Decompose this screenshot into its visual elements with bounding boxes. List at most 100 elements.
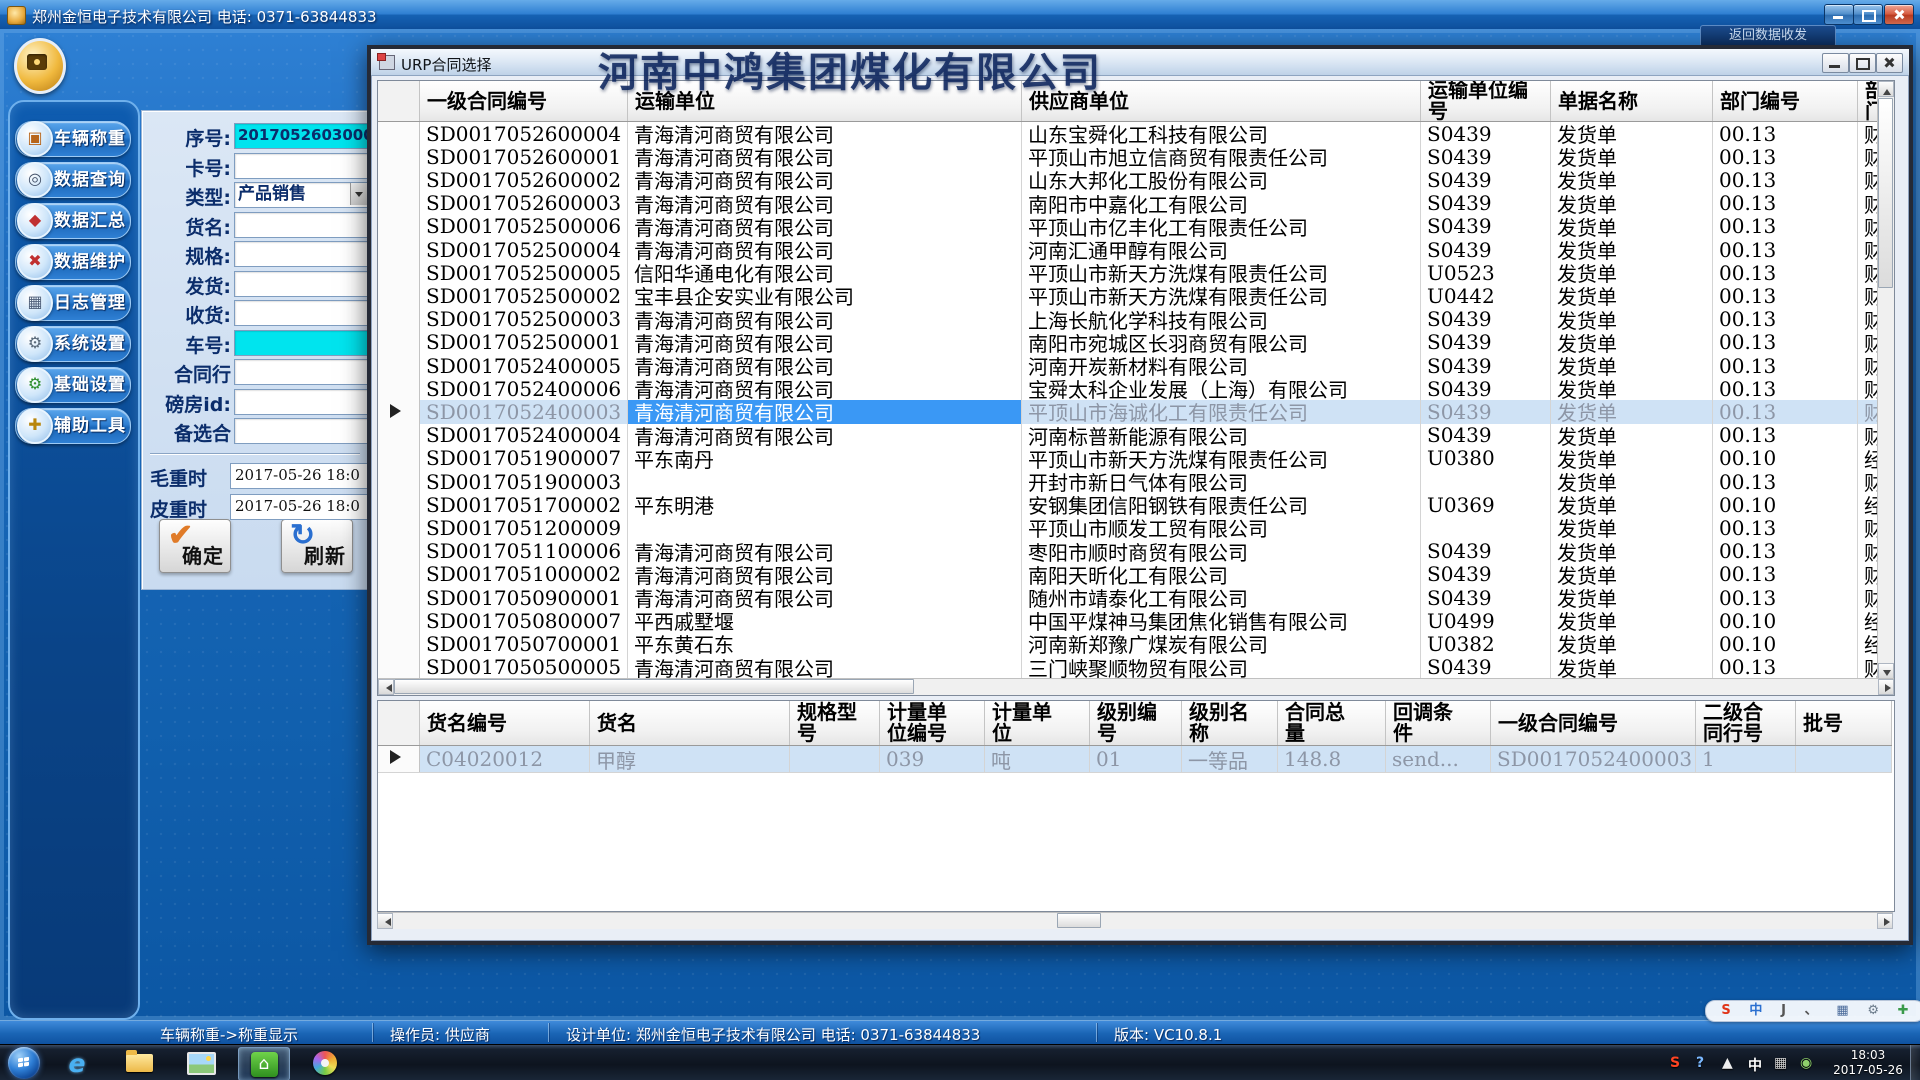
sidebar-item-1[interactable]: ▣车辆称重 — [15, 121, 131, 157]
grid-cell[interactable]: 青海清河商贸有限公司 — [628, 586, 1022, 609]
grid-cell[interactable]: 南阳天昕化工有限公司 — [1022, 563, 1421, 586]
field-5-input[interactable] — [234, 241, 369, 267]
row-header[interactable] — [378, 632, 420, 655]
row-header[interactable] — [378, 354, 420, 377]
grid-cell[interactable]: 发货单 — [1551, 284, 1713, 307]
grid-cell[interactable]: 青海清河商贸有限公司 — [628, 424, 1022, 447]
grid-cell[interactable]: 发货单 — [1551, 377, 1713, 400]
grid-cell[interactable]: U0523 — [1421, 261, 1551, 284]
table-row[interactable]: SD0017052500001青海清河商贸有限公司南阳市宛城区长羽商贸有限公司S… — [378, 331, 1892, 355]
column-header-2[interactable]: 货名 — [590, 701, 790, 745]
table-row[interactable]: SD0017052400003青海清河商贸有限公司平顶山市海诚化工有限责任公司S… — [378, 400, 1892, 424]
grid-cell[interactable]: 00.13 — [1713, 145, 1858, 168]
row-header[interactable] — [378, 284, 420, 307]
grid-cell[interactable]: 河南汇通甲醇有限公司 — [1022, 238, 1421, 261]
scrollbar-thumb[interactable] — [1878, 98, 1893, 288]
grid-cell[interactable]: 00.13 — [1713, 424, 1858, 447]
grid-cell[interactable]: 发货单 — [1551, 331, 1713, 354]
grid-cell[interactable]: 00.13 — [1713, 168, 1858, 191]
column-header-5[interactable]: 单据名称 — [1551, 81, 1713, 121]
table-row[interactable]: SD0017051100006青海清河商贸有限公司枣阳市顺时商贸有限公司S043… — [378, 540, 1892, 564]
row-header[interactable] — [378, 424, 420, 447]
punctuation-icon[interactable]: 、 — [1805, 1002, 1818, 1020]
scrollbar-thumb[interactable] — [394, 679, 914, 694]
grid-cell[interactable]: S0439 — [1421, 215, 1551, 238]
field-10-input[interactable] — [234, 389, 369, 415]
grid-cell[interactable]: 00.10 — [1713, 447, 1858, 470]
horizontal-scrollbar[interactable] — [378, 678, 1894, 695]
grid-cell[interactable]: SD0017050900001 — [420, 586, 628, 609]
grid-cell[interactable]: 三门峡聚顺物贸有限公司 — [1022, 656, 1421, 679]
field-7-input[interactable] — [234, 300, 369, 326]
grid-cell[interactable]: 00.10 — [1713, 632, 1858, 655]
scroll-up-button[interactable] — [1878, 81, 1894, 97]
toolbox-icon[interactable]: ✚ — [1898, 1002, 1909, 1020]
row-header[interactable] — [378, 261, 420, 284]
grid-cell[interactable]: SD0017052500001 — [420, 331, 628, 354]
lang-tray-icon[interactable]: 中 — [1748, 1055, 1762, 1075]
table-row[interactable]: SD0017051000002青海清河商贸有限公司南阳天昕化工有限公司S0439… — [378, 563, 1892, 587]
row-header[interactable] — [378, 493, 420, 516]
grid-cell[interactable] — [1421, 470, 1551, 493]
grid-cell[interactable]: 发货单 — [1551, 168, 1713, 191]
grid-cell[interactable]: SD0017052500006 — [420, 215, 628, 238]
taskbar-item-4[interactable]: ⌂ — [238, 1047, 290, 1080]
grid-cell[interactable]: 00.10 — [1713, 493, 1858, 516]
grid-cell[interactable]: SD0017051000002 — [420, 563, 628, 586]
grid-cell[interactable]: S0439 — [1421, 331, 1551, 354]
table-row[interactable]: SD0017051900007平东南丹平顶山市新天方洗煤有限责任公司U0380发… — [378, 447, 1892, 471]
grid-cell[interactable]: 039 — [880, 746, 985, 772]
grid-cell[interactable]: 甲醇 — [590, 746, 790, 772]
grid-cell[interactable]: 青海清河商贸有限公司 — [628, 354, 1022, 377]
grid-cell[interactable]: 00.13 — [1713, 192, 1858, 215]
keyboard-tray-icon[interactable]: ▦ — [1774, 1055, 1787, 1071]
grid-cell[interactable]: 青海清河商贸有限公司 — [628, 563, 1022, 586]
grid-cell[interactable]: 00.13 — [1713, 122, 1858, 145]
show-desktop-button[interactable] — [1910, 1045, 1920, 1080]
scrollbar-thumb[interactable] — [1057, 913, 1101, 928]
sidebar-item-4[interactable]: ✖数据维护 — [15, 244, 131, 280]
field-8-input[interactable] — [234, 330, 369, 356]
table-row[interactable]: SD0017050700001平东黄石东河南新郑豫广煤炭有限公司U0382发货单… — [378, 632, 1892, 656]
scroll-right-button[interactable] — [1877, 913, 1893, 929]
grid-cell[interactable]: S0439 — [1421, 354, 1551, 377]
grid-cell[interactable]: S0439 — [1421, 586, 1551, 609]
table-row[interactable]: SD0017050800007平西戚墅堰中国平煤神马集团焦化销售有限公司U049… — [378, 609, 1892, 633]
grid-cell[interactable]: 河南开炭新材料有限公司 — [1022, 354, 1421, 377]
grid-cell[interactable]: 发货单 — [1551, 424, 1713, 447]
sogou-logo-icon[interactable]: S — [1721, 1002, 1730, 1020]
table-row[interactable]: SD0017052400004青海清河商贸有限公司河南标普新能源有限公司S043… — [378, 424, 1892, 448]
table-row[interactable]: SD0017051200009平顶山市顺发工贸有限公司发货单00.13财务 — [378, 516, 1892, 540]
column-header-4[interactable]: 运输单位编号 — [1421, 81, 1551, 121]
row-header[interactable] — [378, 586, 420, 609]
row-header[interactable] — [378, 516, 420, 539]
row-header[interactable] — [378, 192, 420, 215]
row-header[interactable] — [378, 540, 420, 563]
field-4-input[interactable] — [234, 212, 369, 238]
grid-cell[interactable]: 青海清河商贸有限公司 — [628, 238, 1022, 261]
grid-cell[interactable]: SD0017050800007 — [420, 609, 628, 632]
return-data-button[interactable]: 返回数据收发 — [1700, 25, 1836, 47]
grid-cell[interactable]: 山东宝舜化工科技有限公司 — [1022, 122, 1421, 145]
row-header[interactable] — [378, 238, 420, 261]
vertical-scrollbar[interactable] — [1877, 81, 1894, 679]
field-2-input[interactable] — [234, 153, 369, 179]
grid-cell[interactable]: SD0017052400006 — [420, 377, 628, 400]
grid-cell[interactable] — [1796, 746, 1892, 772]
grid-cell[interactable]: S0439 — [1421, 122, 1551, 145]
grid-cell[interactable]: 发货单 — [1551, 586, 1713, 609]
grid-cell[interactable]: U0442 — [1421, 284, 1551, 307]
sidebar-item-2[interactable]: ◎数据查询 — [15, 162, 131, 198]
row-header[interactable] — [378, 168, 420, 191]
grid-cell[interactable]: 平顶山市顺发工贸有限公司 — [1022, 516, 1421, 539]
grid-cell[interactable]: S0439 — [1421, 308, 1551, 331]
dialog-minimize-button[interactable] — [1822, 53, 1849, 73]
grid-cell[interactable]: SD0017050700001 — [420, 632, 628, 655]
grid-cell[interactable]: S0439 — [1421, 145, 1551, 168]
grid-cell[interactable]: 发货单 — [1551, 122, 1713, 145]
grid-cell[interactable]: SD0017052600002 — [420, 168, 628, 191]
grid-cell[interactable]: 青海清河商贸有限公司 — [628, 145, 1022, 168]
grid-cell[interactable]: 发货单 — [1551, 447, 1713, 470]
row-header[interactable] — [378, 377, 420, 400]
keyboard-icon[interactable]: ▦ — [1836, 1002, 1848, 1020]
